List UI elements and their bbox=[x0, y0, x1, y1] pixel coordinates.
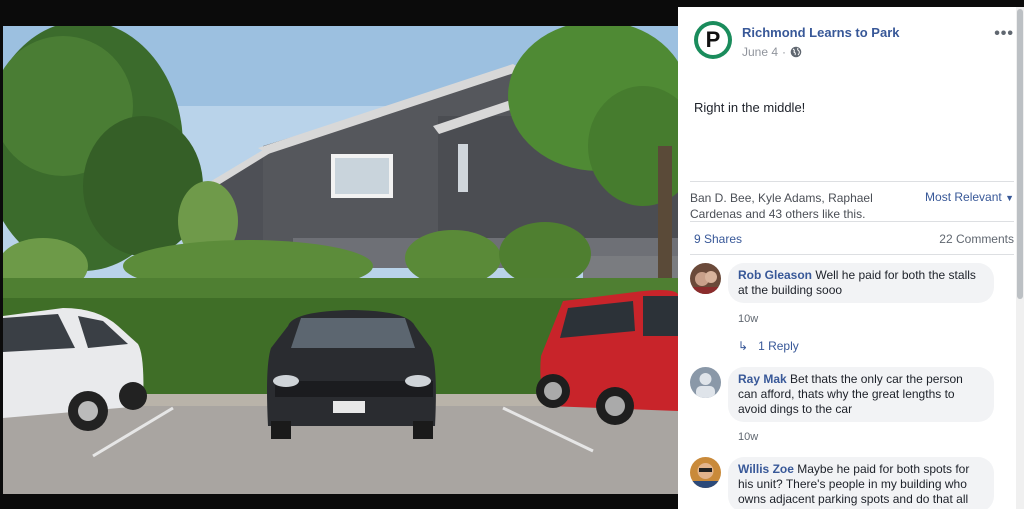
page-name-link[interactable]: Richmond Learns to Park bbox=[742, 25, 899, 40]
post-photo[interactable] bbox=[3, 26, 678, 494]
page-avatar[interactable]: P bbox=[694, 21, 732, 59]
comment-bubble: Willis Zoe Maybe he paid for both spots … bbox=[728, 457, 994, 509]
commenter-avatar[interactable] bbox=[690, 457, 721, 488]
caret-down-icon: ▼ bbox=[1005, 193, 1014, 203]
more-options-button[interactable]: ••• bbox=[994, 25, 1014, 43]
comment-author[interactable]: Willis Zoe bbox=[738, 462, 794, 476]
comment-bubble: Ray Mak Bet thats the only car the perso… bbox=[728, 367, 994, 422]
panel-scrollbar[interactable] bbox=[1016, 7, 1024, 509]
likes-row: Ban D. Bee, Kyle Adams, Raphael Cardenas… bbox=[690, 181, 1014, 222]
public-globe-icon bbox=[790, 46, 802, 58]
comment-sort-dropdown[interactable]: Most Relevant ▼ bbox=[925, 190, 1014, 204]
scrollbar-thumb[interactable] bbox=[1017, 9, 1023, 299]
likes-summary[interactable]: Ban D. Bee, Kyle Adams, Raphael Cardenas… bbox=[690, 190, 900, 222]
comment-bubble: Rob Gleason Well he paid for both the st… bbox=[728, 263, 994, 303]
comment-author[interactable]: Rob Gleason bbox=[738, 268, 812, 282]
photo-viewer bbox=[0, 0, 678, 509]
post-date[interactable]: June 4 bbox=[742, 45, 778, 59]
post-header: P Richmond Learns to Park June 4 · ••• bbox=[694, 21, 1014, 65]
view-replies-link[interactable]: ↳ 1 Reply bbox=[738, 339, 799, 353]
post-side-panel: P Richmond Learns to Park June 4 · ••• R… bbox=[678, 7, 1024, 509]
comment-author[interactable]: Ray Mak bbox=[738, 372, 787, 386]
sort-label: Most Relevant bbox=[925, 190, 1002, 204]
post-text: Right in the middle! bbox=[694, 100, 806, 115]
page-logo-icon: P bbox=[698, 25, 728, 55]
post-meta: June 4 · bbox=[742, 45, 802, 59]
shares-link[interactable]: 9 Shares bbox=[694, 232, 742, 246]
comments-count-link[interactable]: 22 Comments bbox=[939, 232, 1014, 246]
comment-time[interactable]: 10w bbox=[738, 431, 758, 443]
engagement-stats: 9 Shares 22 Comments bbox=[690, 221, 1014, 255]
reply-arrow-icon: ↳ bbox=[738, 339, 749, 353]
commenter-avatar[interactable] bbox=[690, 263, 721, 294]
commenter-avatar[interactable] bbox=[690, 367, 721, 398]
comment-time[interactable]: 10w bbox=[738, 313, 758, 325]
more-horizontal-icon: ••• bbox=[994, 25, 1014, 42]
meta-separator: · bbox=[782, 45, 787, 59]
reply-count: 1 Reply bbox=[758, 339, 799, 353]
